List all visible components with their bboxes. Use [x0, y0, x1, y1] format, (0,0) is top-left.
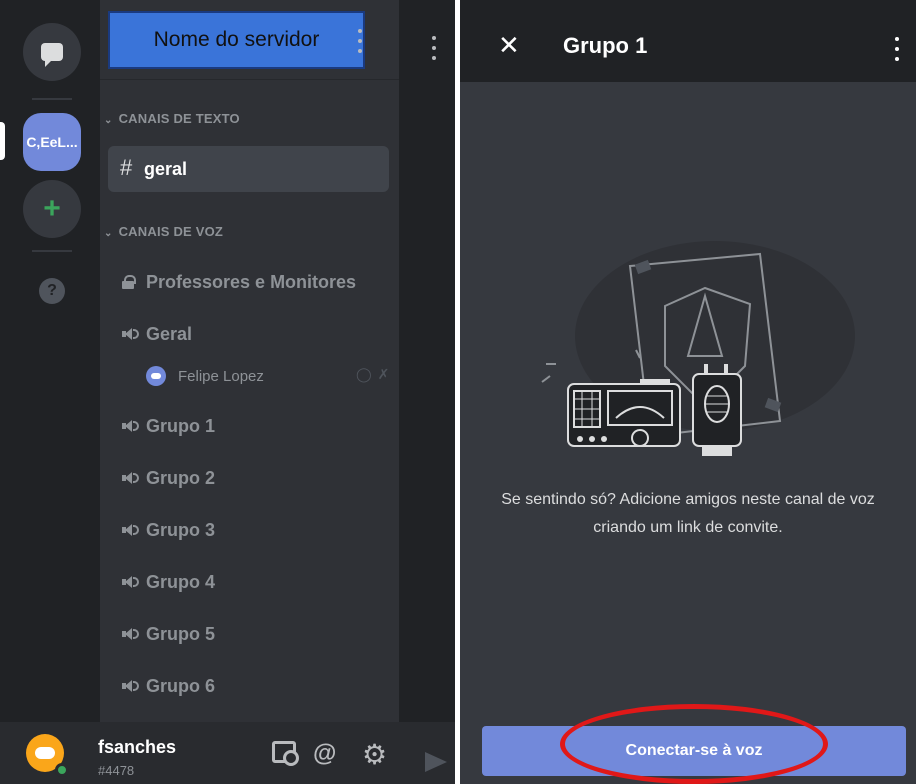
member-name: Felipe Lopez	[178, 367, 264, 385]
selected-server-indicator	[0, 122, 5, 160]
voice-channel-label: Grupo 2	[146, 467, 216, 488]
help-icon[interactable]: ?	[39, 278, 65, 304]
voice-channel-label: Grupo 6	[146, 675, 216, 696]
inbox-search-icon[interactable]	[272, 741, 299, 766]
gear-icon[interactable]: ⚙	[362, 738, 387, 771]
close-icon[interactable]: ✕	[498, 30, 520, 61]
speaker-icon	[122, 471, 140, 485]
more-options-icon[interactable]	[431, 36, 437, 60]
speaker-icon	[122, 327, 140, 341]
voice-channel-label: Professores e Monitores	[146, 271, 357, 292]
server-name-label[interactable]: Nome do servidor	[108, 11, 365, 69]
page-title: Grupo 1	[563, 33, 648, 58]
voice-channel-label: Geral	[146, 323, 193, 344]
speaker-icon	[122, 627, 140, 641]
voice-channel-label: Grupo 5	[146, 623, 216, 644]
voice-header	[460, 0, 916, 82]
help-glyph: ?	[47, 282, 57, 299]
chevron-down-icon: ⌄	[104, 228, 113, 239]
voice-member[interactable]: Felipe Lopez	[146, 364, 264, 388]
mentions-icon[interactable]: @	[313, 740, 336, 768]
server-menu-icon[interactable]	[357, 29, 363, 53]
chevron-down-icon: ⌄	[104, 115, 113, 126]
voice-channel-professores[interactable]: Professores e Monitores	[122, 270, 356, 294]
text-channels-category[interactable]: ⌄ CANAIS DE TEXTO	[104, 111, 240, 126]
add-server-button[interactable]: +	[23, 180, 81, 238]
deafened-muted-icons: ◯✗	[356, 366, 396, 382]
empty-state-message: Se sentindo só? Adicione amigos neste ca…	[501, 491, 875, 536]
channel-list-panel	[100, 0, 399, 722]
hash-icon: #	[120, 155, 133, 180]
more-options-icon[interactable]	[894, 37, 900, 61]
category-label: CANAIS DE VOZ	[118, 224, 224, 239]
rail-divider	[32, 98, 72, 100]
category-label: CANAIS DE TEXTO	[118, 111, 240, 126]
voice-channel-label: Grupo 1	[146, 415, 216, 436]
chat-bubble-icon	[41, 43, 63, 67]
online-status-icon	[55, 763, 69, 777]
speaker-icon	[122, 575, 140, 589]
channel-label: geral	[144, 159, 188, 179]
empty-voice-illustration	[541, 241, 855, 456]
voice-channel-label: Grupo 3	[146, 519, 216, 540]
avatar	[146, 366, 166, 386]
voice-channel-grupo-2[interactable]: Grupo 2	[122, 466, 215, 490]
user-tag: #4478	[98, 763, 135, 778]
server-icon[interactable]: C,EeL...	[23, 113, 81, 171]
voice-channel-grupo-1[interactable]: Grupo 1	[122, 414, 215, 438]
voice-channel-screen: ✕ Grupo 1 Se sentindo só? Adicione amigo…	[460, 0, 916, 784]
voice-channel-geral[interactable]: Geral	[122, 322, 192, 346]
speaker-icon	[122, 523, 140, 537]
voice-channel-grupo-5[interactable]: Grupo 5	[122, 622, 215, 646]
speaker-icon	[122, 419, 140, 433]
voice-channel-grupo-4[interactable]: Grupo 4	[122, 570, 215, 594]
username: fsanches	[98, 737, 177, 757]
direct-messages-button[interactable]	[23, 23, 81, 81]
annotation-highlight-oval	[560, 704, 828, 784]
lock-icon	[122, 275, 136, 289]
voice-channel-grupo-3[interactable]: Grupo 3	[122, 518, 215, 542]
voice-channels-category[interactable]: ⌄ CANAIS DE VOZ	[104, 224, 223, 239]
server-channel-screen: C,EeL... + ? Nome do servidor ⌄ CANAIS DE…	[0, 0, 455, 784]
speaker-icon	[122, 679, 140, 693]
rail-divider	[32, 250, 72, 252]
send-icon	[425, 752, 447, 772]
voice-channel-label: Grupo 4	[146, 571, 216, 592]
plus-icon: +	[43, 192, 61, 225]
voice-channel-grupo-6[interactable]: Grupo 6	[122, 674, 215, 698]
